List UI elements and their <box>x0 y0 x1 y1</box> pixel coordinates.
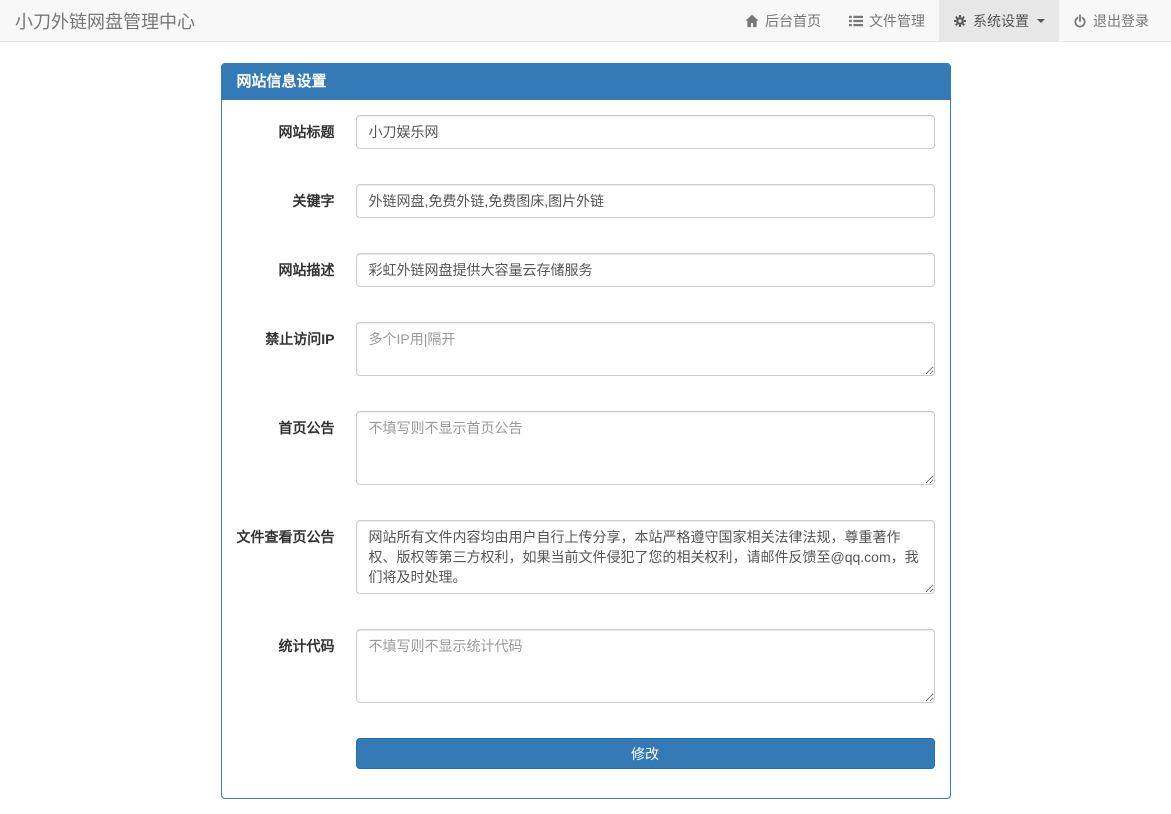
file-view-notice-textarea[interactable]: 网站所有文件内容均由用户自行上传分享，本站严格遵守国家相关法律法规，尊重著作权、… <box>356 520 935 594</box>
chevron-down-icon <box>1037 19 1045 23</box>
form-row-homepage-notice: 首页公告 <box>237 411 935 485</box>
homepage-notice-textarea[interactable] <box>356 411 935 485</box>
nav-item-label: 后台首页 <box>765 11 821 31</box>
nav-item-backend-home[interactable]: 后台首页 <box>731 0 835 41</box>
field-label: 首页公告 <box>237 411 335 485</box>
form-row-keywords: 关键字 <box>237 184 935 218</box>
nav-item-system-settings[interactable]: 系统设置 <box>939 0 1059 41</box>
top-navbar: 小刀外链网盘管理中心 后台首页 文件管理 <box>0 0 1171 42</box>
field-label: 关键字 <box>237 184 335 218</box>
nav-item-label: 退出登录 <box>1093 11 1149 31</box>
field-label: 文件查看页公告 <box>237 520 335 594</box>
panel-title: 网站信息设置 <box>222 64 950 100</box>
form-row-banned-ip: 禁止访问IP <box>237 322 935 376</box>
app-title: 小刀外链网盘管理中心 <box>0 0 210 41</box>
form-row-submit: 修改 <box>237 738 935 769</box>
site-title-input[interactable] <box>356 115 935 149</box>
banned-ip-textarea[interactable] <box>356 322 935 376</box>
list-icon <box>849 14 863 28</box>
site-info-settings-panel: 网站信息设置 网站标题 关键字 网站描述 禁止访问IP <box>221 63 951 799</box>
power-icon <box>1073 14 1087 28</box>
nav-item-label: 文件管理 <box>869 11 925 31</box>
settings-form: 网站标题 关键字 网站描述 禁止访问IP 首页公告 <box>222 100 950 798</box>
form-row-site-description: 网站描述 <box>237 253 935 287</box>
stats-code-textarea[interactable] <box>356 629 935 703</box>
site-description-input[interactable] <box>356 253 935 287</box>
nav-item-file-management[interactable]: 文件管理 <box>835 0 939 41</box>
form-row-file-view-notice: 文件查看页公告 网站所有文件内容均由用户自行上传分享，本站严格遵守国家相关法律法… <box>237 520 935 594</box>
form-row-site-title: 网站标题 <box>237 115 935 149</box>
field-label: 网站描述 <box>237 253 335 287</box>
field-label: 禁止访问IP <box>237 322 335 376</box>
submit-button[interactable]: 修改 <box>356 738 935 769</box>
nav-item-label: 系统设置 <box>973 11 1029 31</box>
nav-item-logout[interactable]: 退出登录 <box>1059 0 1163 41</box>
field-label: 统计代码 <box>237 629 335 703</box>
keywords-input[interactable] <box>356 184 935 218</box>
field-label: 网站标题 <box>237 115 335 149</box>
home-icon <box>745 14 759 28</box>
gear-icon <box>953 14 967 28</box>
navbar-menu: 后台首页 文件管理 <box>731 0 1163 41</box>
form-row-stats-code: 统计代码 <box>237 629 935 703</box>
